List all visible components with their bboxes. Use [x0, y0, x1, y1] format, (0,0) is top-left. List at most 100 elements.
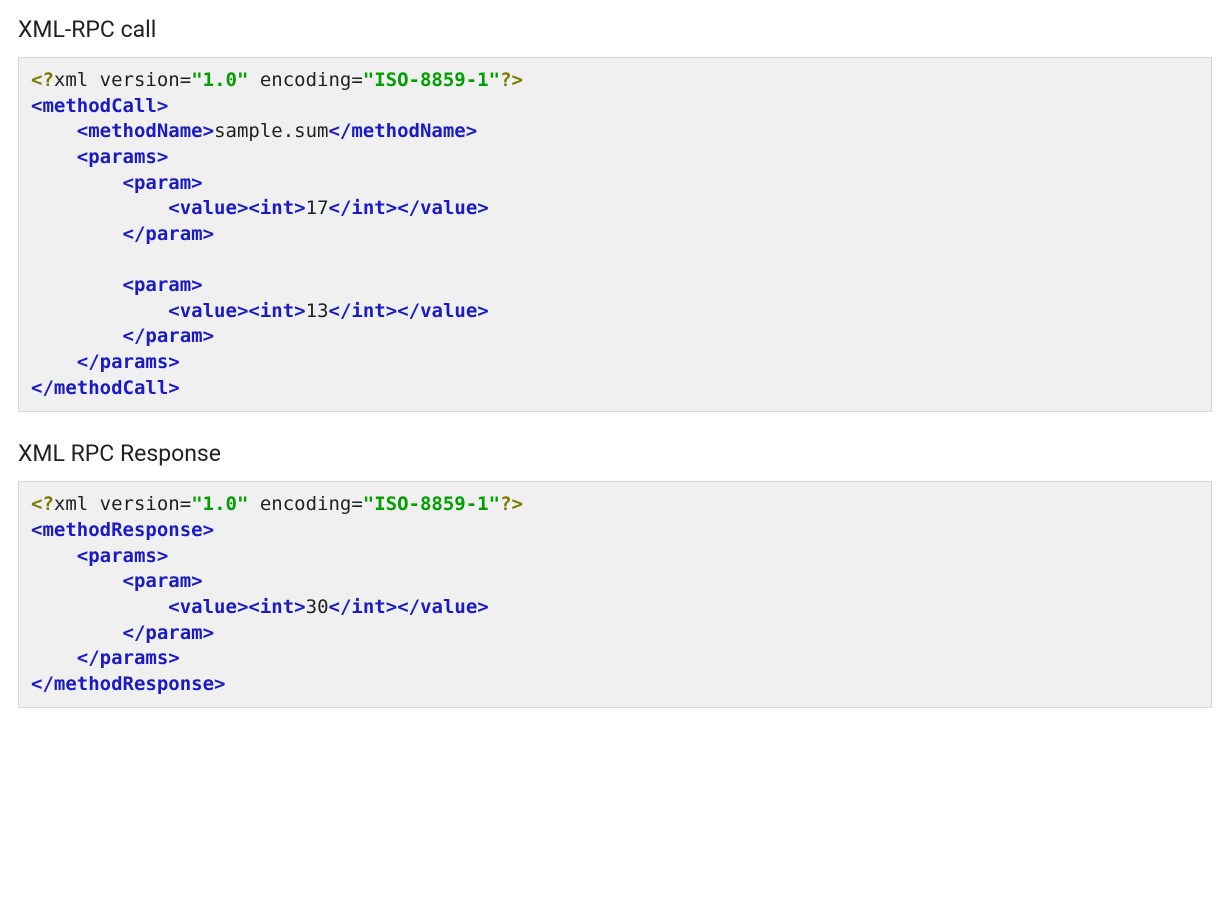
tag-methodresponse: methodResponse: [42, 519, 202, 541]
tag-param-close: param: [145, 622, 202, 644]
tag-int-close: int: [351, 197, 385, 219]
lt: <: [123, 172, 134, 194]
gt: >: [477, 596, 488, 618]
pi-name: xml: [54, 493, 88, 515]
pi-version-attr: version: [88, 493, 180, 515]
pi-eq: =: [180, 69, 191, 91]
indent: [31, 351, 77, 373]
lts: </: [77, 647, 100, 669]
indent: [31, 570, 123, 592]
lt: <: [77, 146, 88, 168]
lt: <: [248, 300, 259, 322]
indent: [31, 325, 123, 347]
indent: [31, 300, 168, 322]
lts: </: [123, 622, 146, 644]
indent: [31, 120, 77, 142]
gt: >: [168, 647, 179, 669]
pi-close: ?>: [500, 493, 523, 515]
lt: <: [77, 120, 88, 142]
tag-params-close: params: [100, 351, 169, 373]
lts: </: [31, 377, 54, 399]
gt: >: [157, 545, 168, 567]
pi-encoding-attr: encoding: [248, 493, 351, 515]
tag-param-close: param: [145, 223, 202, 245]
lts: </: [123, 223, 146, 245]
lts: </: [123, 325, 146, 347]
lt: <: [168, 197, 179, 219]
tag-int: int: [260, 300, 294, 322]
gt: >: [477, 300, 488, 322]
pi-version-attr: version: [88, 69, 180, 91]
lt: <: [123, 274, 134, 296]
pi-close: ?>: [500, 69, 523, 91]
tag-methodcall-close: methodCall: [54, 377, 168, 399]
lts: </: [397, 596, 420, 618]
gt: >: [168, 377, 179, 399]
lt: <: [31, 95, 42, 117]
gt: >: [466, 120, 477, 142]
gt: >: [294, 197, 305, 219]
lts: </: [31, 673, 54, 695]
tag-value: value: [180, 300, 237, 322]
pi-eq: =: [180, 493, 191, 515]
lt: <: [168, 596, 179, 618]
tag-value-close: value: [420, 300, 477, 322]
tag-param: param: [134, 274, 191, 296]
param-value-2: 13: [306, 300, 329, 322]
tag-param: param: [134, 570, 191, 592]
gt: >: [203, 622, 214, 644]
gt: >: [237, 300, 248, 322]
gt: >: [191, 274, 202, 296]
xml-rpc-call-code: <?xml version="1.0" encoding="ISO-8859-1…: [18, 57, 1212, 412]
tag-methodcall: methodCall: [42, 95, 156, 117]
param-value-1: 17: [306, 197, 329, 219]
tag-value: value: [180, 197, 237, 219]
gt: >: [237, 596, 248, 618]
lts: </: [329, 197, 352, 219]
gt: >: [203, 519, 214, 541]
gt: >: [294, 300, 305, 322]
gt: >: [386, 596, 397, 618]
pi-open: <?: [31, 493, 54, 515]
pi-name: xml: [54, 69, 88, 91]
indent: [31, 172, 123, 194]
indent: [31, 274, 123, 296]
indent: [31, 647, 77, 669]
lt: <: [248, 197, 259, 219]
gt: >: [294, 596, 305, 618]
tag-value-close: value: [420, 596, 477, 618]
tag-int: int: [260, 197, 294, 219]
tag-params: params: [88, 146, 157, 168]
gt: >: [386, 197, 397, 219]
tag-value: value: [180, 596, 237, 618]
gt: >: [386, 300, 397, 322]
gt: >: [203, 325, 214, 347]
gt: >: [157, 95, 168, 117]
tag-methodresponse-close: methodResponse: [54, 673, 214, 695]
pi-version-val: "1.0": [191, 69, 248, 91]
gt: >: [191, 570, 202, 592]
lt: <: [31, 519, 42, 541]
xml-rpc-response-heading: XML RPC Response: [18, 440, 1212, 467]
tag-param-close: param: [145, 325, 202, 347]
gt: >: [214, 673, 225, 695]
indent: [31, 197, 168, 219]
gt: >: [191, 172, 202, 194]
gt: >: [477, 197, 488, 219]
indent: [31, 146, 77, 168]
tag-int: int: [260, 596, 294, 618]
tag-methodname: methodName: [88, 120, 202, 142]
gt: >: [168, 351, 179, 373]
lt: <: [168, 300, 179, 322]
lt: <: [248, 596, 259, 618]
pi-open: <?: [31, 69, 54, 91]
pi-eq2: =: [351, 69, 362, 91]
lts: </: [77, 351, 100, 373]
pi-version-val: "1.0": [191, 493, 248, 515]
pi-encoding-val: "ISO-8859-1": [363, 493, 500, 515]
indent: [31, 223, 123, 245]
gt: >: [157, 146, 168, 168]
tag-param: param: [134, 172, 191, 194]
tag-params: params: [88, 545, 157, 567]
lts: </: [329, 300, 352, 322]
